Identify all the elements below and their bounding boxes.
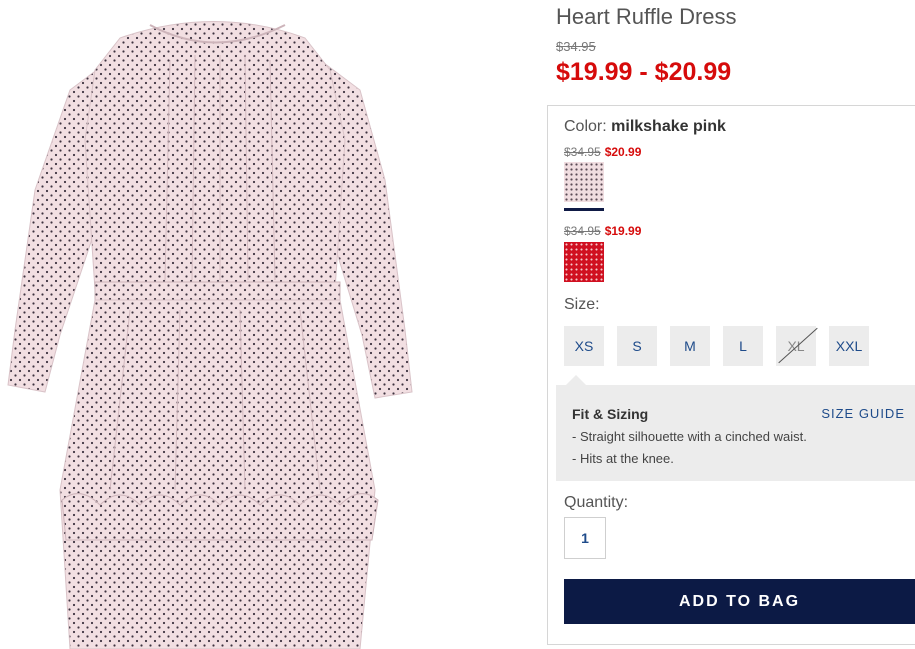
size-option-m[interactable]: M xyxy=(670,326,710,366)
swatch-was-price: $34.95 xyxy=(564,224,601,238)
color-swatch-red[interactable] xyxy=(564,242,604,282)
selected-color-name: milkshake pink xyxy=(611,118,726,135)
sale-price: $19.99 - $20.99 xyxy=(556,58,732,86)
fit-title: Fit & Sizing xyxy=(572,406,649,422)
add-to-bag-button[interactable]: ADD TO BAG xyxy=(564,579,915,624)
product-image xyxy=(0,0,440,649)
color-swatch-milkshake-pink[interactable] xyxy=(564,162,604,202)
swatch-selected-indicator xyxy=(564,208,604,211)
fit-and-sizing-box: Fit & Sizing SIZE GUIDE - Straight silho… xyxy=(556,375,915,481)
dress-illustration xyxy=(7,21,413,649)
original-price: $34.95 xyxy=(556,39,596,54)
size-label: Size: xyxy=(564,296,600,313)
size-guide-link[interactable]: SIZE GUIDE xyxy=(821,406,905,421)
color-label: Color: milkshake pink xyxy=(564,118,726,136)
size-option-xxl[interactable]: XXL xyxy=(829,326,869,366)
swatch-was-price: $34.95 xyxy=(564,145,601,159)
size-option-l[interactable]: L xyxy=(723,326,763,366)
swatch-now-price: $20.99 xyxy=(604,145,642,159)
size-option-xl-unavailable[interactable]: XL xyxy=(776,326,816,366)
fit-detail-line: - Straight silhouette with a cinched wai… xyxy=(572,429,807,444)
quantity-label: Quantity: xyxy=(564,494,629,511)
swatch-price-pink: $34.95 $20.99 xyxy=(564,145,641,159)
size-option-xs[interactable]: XS xyxy=(564,326,604,366)
quantity-input[interactable]: 1 xyxy=(564,517,606,559)
product-title: Heart Ruffle Dress xyxy=(556,4,737,29)
swatch-now-price: $19.99 xyxy=(604,224,642,238)
size-option-s[interactable]: S xyxy=(617,326,657,366)
fit-detail-line: - Hits at the knee. xyxy=(572,451,674,466)
color-label-text: Color: xyxy=(564,118,607,135)
swatch-price-red: $34.95 $19.99 xyxy=(564,224,641,238)
